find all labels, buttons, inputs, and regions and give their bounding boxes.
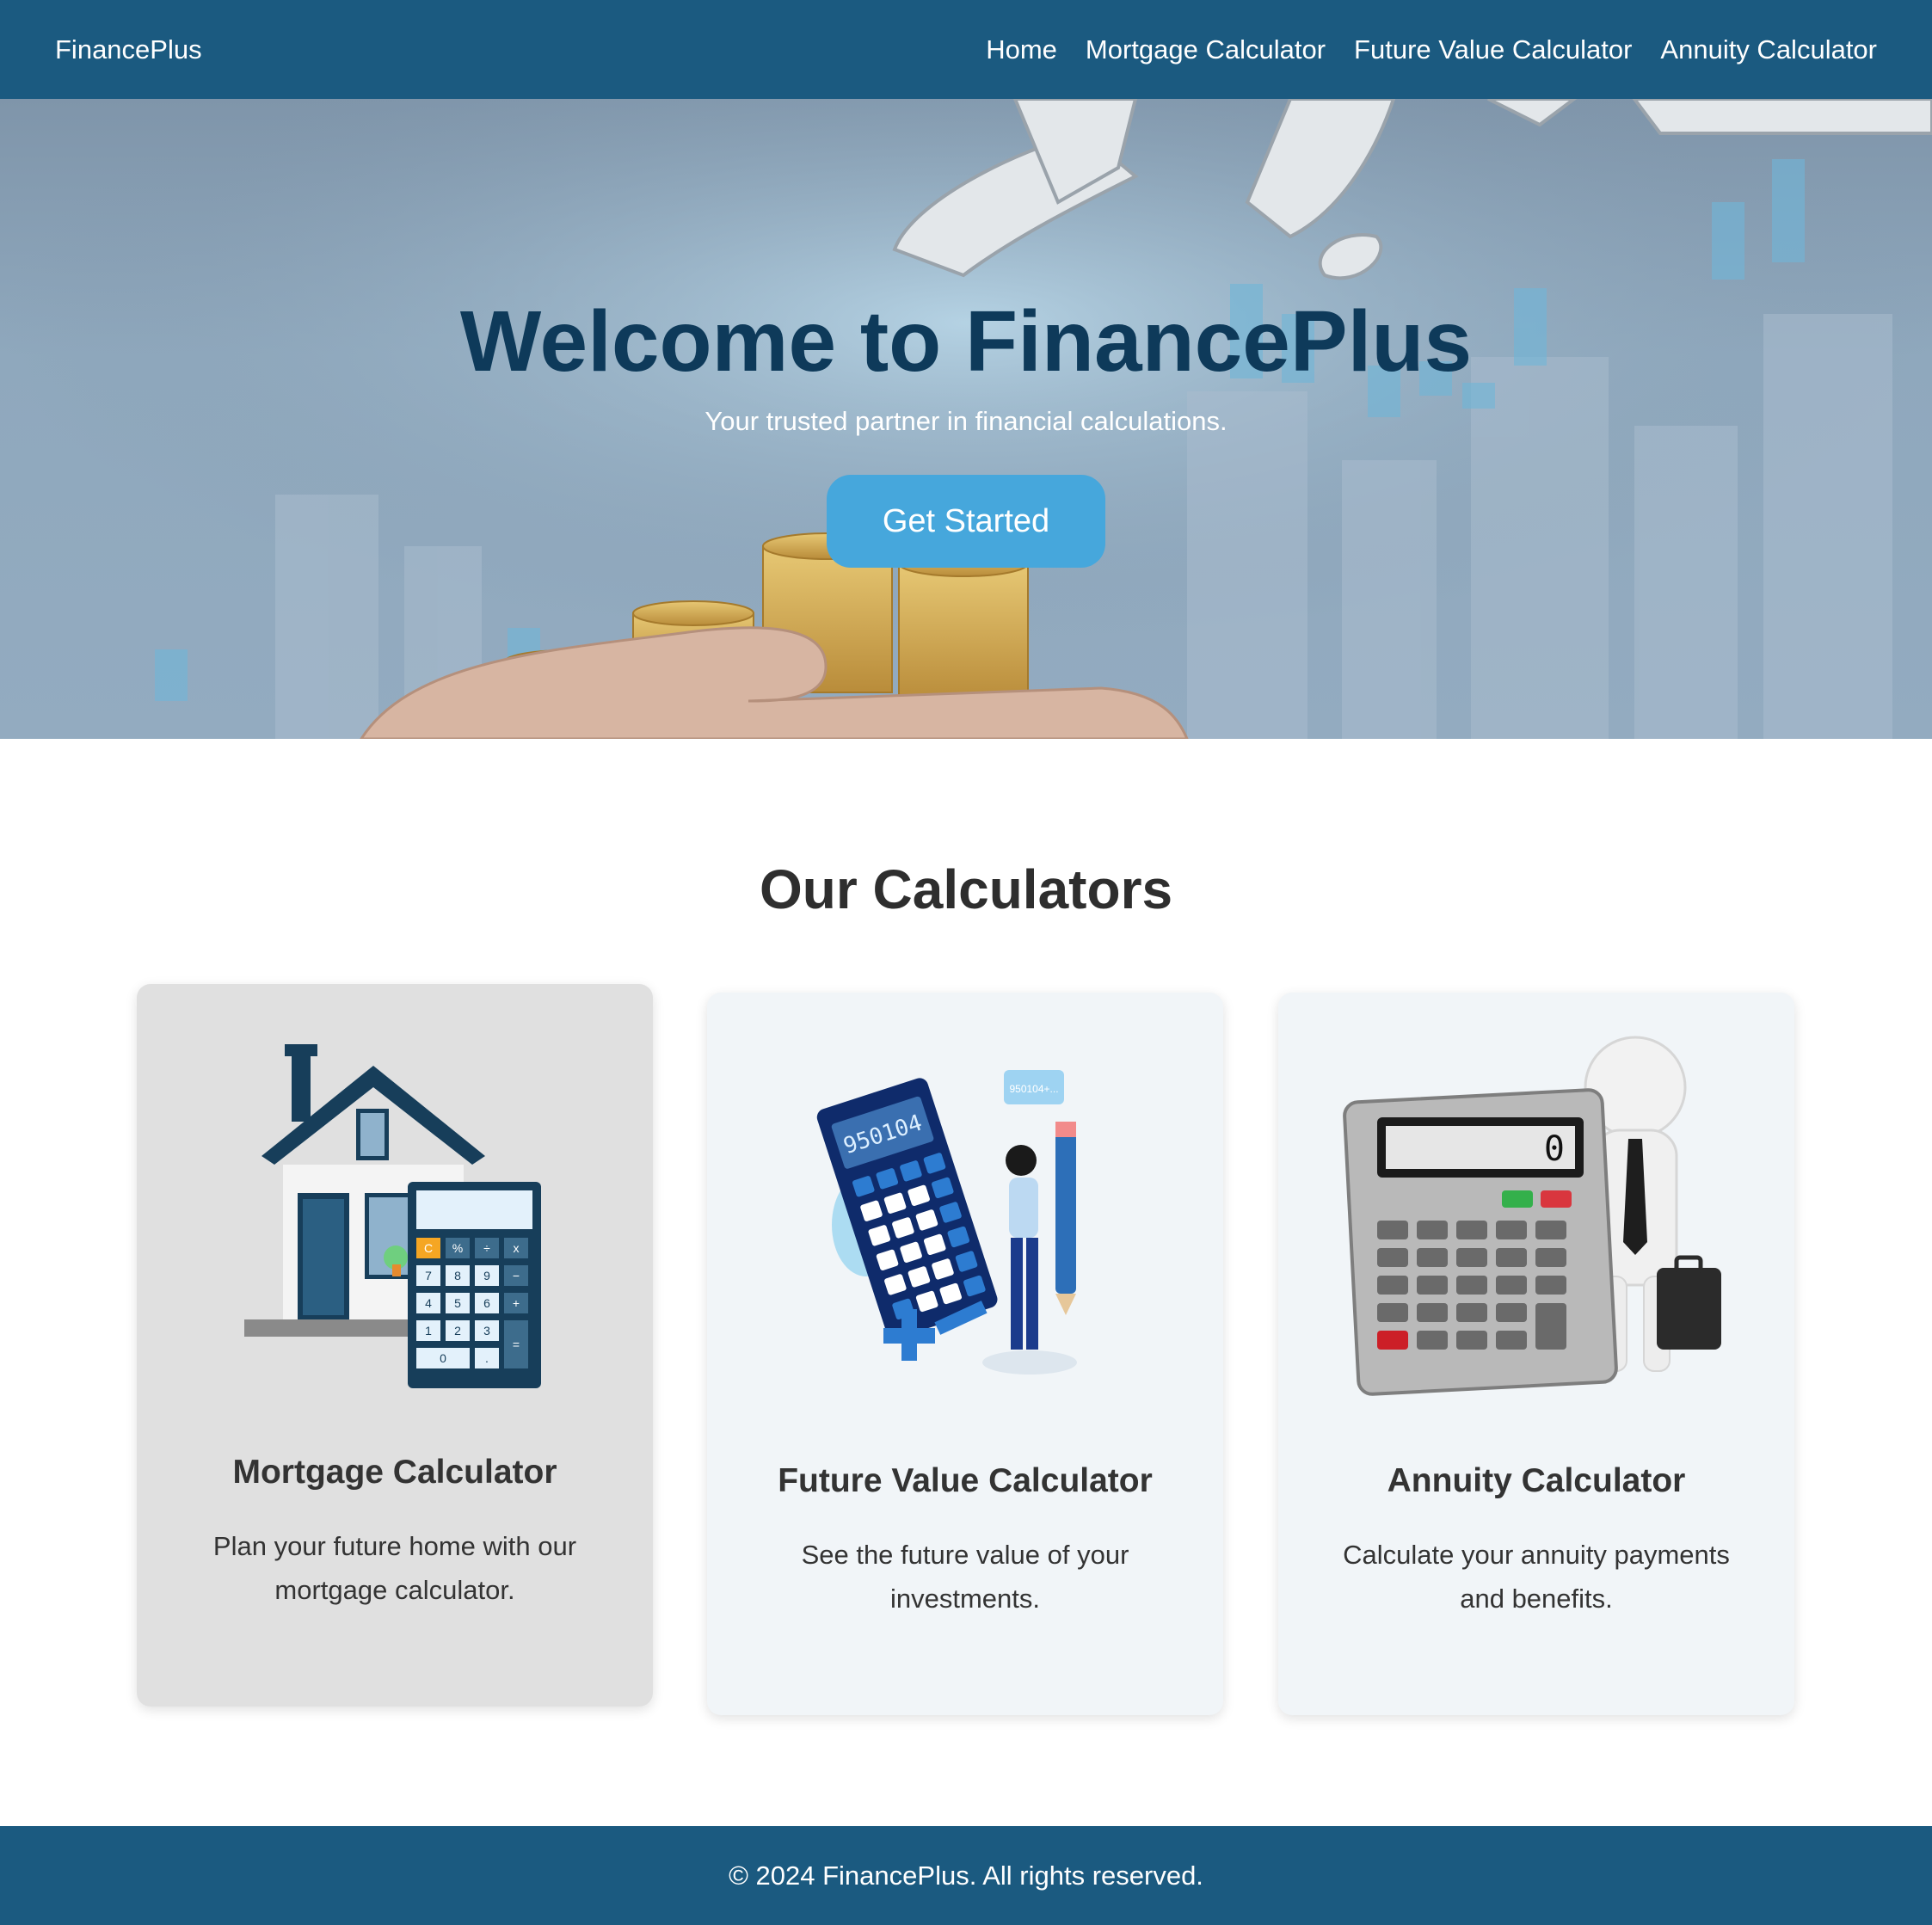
card-title: Future Value Calculator	[778, 1462, 1153, 1499]
card-future-value-calculator[interactable]: 950104 950104+... Future Value Calculato…	[707, 993, 1223, 1715]
svg-text:2: 2	[454, 1324, 461, 1338]
svg-text:0: 0	[440, 1351, 446, 1365]
card-description: Plan your future home with our mortgage …	[212, 1531, 577, 1605]
nav-links: Home Mortgage Calculator Future Value Ca…	[986, 34, 1877, 65]
hero-title: Welcome to FinancePlus	[459, 293, 1473, 390]
svg-text:6: 6	[483, 1296, 490, 1310]
calc-display: 0	[1544, 1129, 1565, 1169]
card-description: Calculate your annuity payments and bene…	[1343, 1540, 1730, 1614]
get-started-button[interactable]: Get Started	[827, 475, 1105, 568]
svg-text:8: 8	[454, 1269, 461, 1282]
svg-text:x: x	[514, 1241, 520, 1255]
card-annuity-calculator[interactable]: 0 Annuity Calculator Calculate your annu…	[1278, 993, 1794, 1715]
svg-text:C: C	[424, 1241, 433, 1255]
nav-link-mortgage-calculator[interactable]: Mortgage Calculator	[1086, 34, 1326, 65]
svg-text:÷: ÷	[483, 1241, 490, 1255]
bubble-text: 950104+...	[1009, 1083, 1058, 1095]
nav-link-future-value-calculator[interactable]: Future Value Calculator	[1354, 34, 1632, 65]
top-navbar: FinancePlus Home Mortgage Calculator Fut…	[0, 0, 1932, 99]
businessman-calculator-illustration: 0	[1343, 1036, 1721, 1396]
svg-text:3: 3	[483, 1324, 490, 1338]
svg-text:4: 4	[425, 1296, 432, 1310]
nav-link-annuity-calculator[interactable]: Annuity Calculator	[1660, 34, 1877, 65]
house-calculator-illustration: C % ÷ x 7 8 9 − 4 5 6 + 1 2 3 = 0 .	[244, 1044, 541, 1388]
nav-link-home[interactable]: Home	[986, 34, 1057, 65]
svg-text:.: .	[485, 1351, 489, 1365]
svg-text:%: %	[452, 1241, 463, 1255]
svg-text:=: =	[513, 1338, 520, 1351]
card-mortgage-calculator[interactable]: C % ÷ x 7 8 9 − 4 5 6 + 1 2 3 = 0 . Mort…	[137, 984, 653, 1707]
person-calculator-illustration: 950104 950104+...	[816, 1070, 1077, 1375]
card-title: Mortgage Calculator	[232, 1454, 557, 1491]
hero-subtitle: Your trusted partner in financial calcul…	[705, 406, 1227, 436]
hero-banner: Welcome to FinancePlus Your trusted part…	[0, 99, 1932, 739]
card-title: Annuity Calculator	[1387, 1462, 1686, 1499]
section-title: Our Calculators	[759, 858, 1173, 920]
svg-text:−: −	[513, 1269, 520, 1282]
svg-text:9: 9	[483, 1269, 490, 1282]
card-description: See the future value of your investments…	[801, 1540, 1129, 1614]
footer: © 2024 FinancePlus. All rights reserved.	[0, 1826, 1932, 1925]
copyright-text: © 2024 FinancePlus. All rights reserved.	[729, 1860, 1203, 1891]
svg-text:5: 5	[454, 1296, 461, 1310]
svg-text:1: 1	[425, 1324, 432, 1338]
brand-logo[interactable]: FinancePlus	[55, 34, 202, 65]
svg-text:+: +	[513, 1296, 520, 1310]
svg-text:7: 7	[425, 1269, 432, 1282]
